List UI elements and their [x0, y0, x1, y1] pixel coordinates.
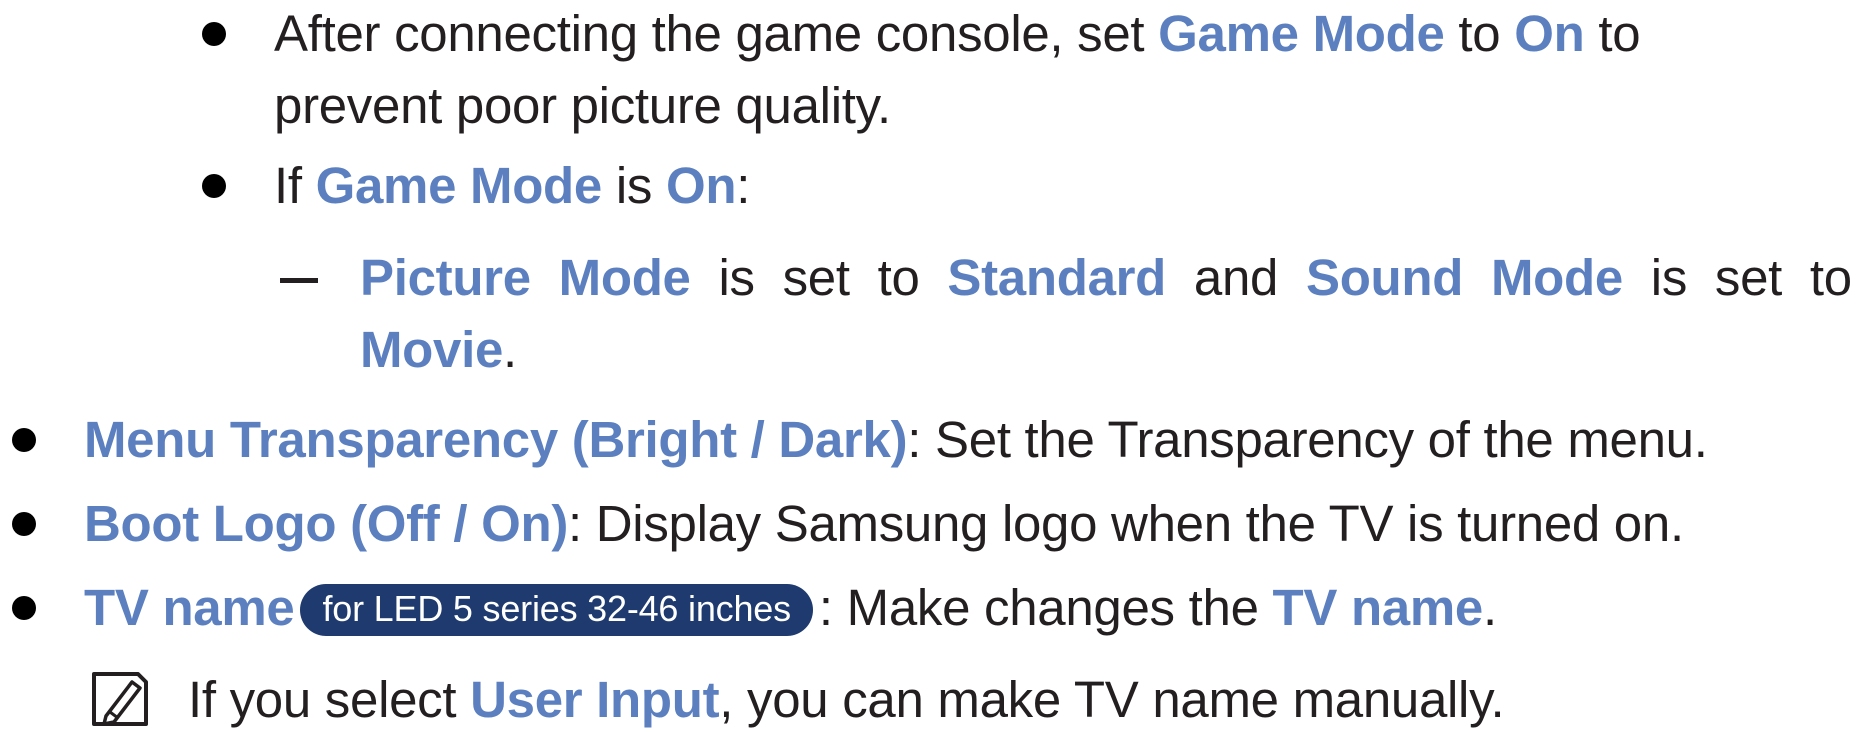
- keyword-movie: Movie: [360, 321, 504, 378]
- bullet-tv-name: [12, 596, 36, 620]
- tv-name-line: TV name for LED 5 series 32-46 inches: Ma…: [84, 578, 1497, 638]
- keyword-game-mode: Game Mode: [1158, 5, 1445, 62]
- keyword-sound-mode: Sound Mode: [1305, 249, 1623, 306]
- keyword-menu-transparency: Menu Transparency (Bright / Dark): [84, 411, 908, 468]
- bullet-game-console: [202, 22, 226, 46]
- text: .: [503, 321, 517, 378]
- keyword-boot-logo: Boot Logo (Off / On): [84, 495, 569, 552]
- text: After connecting the game console, set: [274, 5, 1159, 62]
- model-badge: for LED 5 series 32-46 inches: [300, 584, 813, 636]
- menu-transparency-line: Menu Transparency (Bright / Dark): Set t…: [84, 410, 1708, 470]
- text: is: [601, 157, 666, 214]
- keyword-picture-mode: Picture Mode: [360, 249, 691, 306]
- text: : Display Samsung logo when the TV is tu…: [568, 495, 1684, 552]
- text: : Make changes the: [818, 579, 1273, 636]
- keyword-game-mode: Game Mode: [315, 157, 603, 214]
- keyword-on: On: [665, 157, 737, 214]
- picture-sound-line-1: Picture Mode is set to Standard and Soun…: [360, 248, 1852, 308]
- note-line: If you select User Input, you can make T…: [188, 670, 1505, 730]
- keyword-tv-name: TV name: [1272, 579, 1484, 636]
- text: to: [1584, 5, 1641, 62]
- keyword-on: On: [1514, 5, 1585, 62]
- game-console-line-2: prevent poor picture quality.: [274, 77, 891, 134]
- text: to: [1444, 5, 1515, 62]
- text: is set to: [690, 249, 948, 306]
- text: .: [1482, 579, 1497, 636]
- keyword-user-input: User Input: [470, 671, 720, 728]
- text: If you select: [188, 671, 471, 728]
- text: is set to: [1622, 249, 1852, 306]
- boot-logo-line: Boot Logo (Off / On): Display Samsung lo…: [84, 494, 1684, 554]
- note-pencil-icon: [92, 672, 148, 726]
- bullet-boot-logo: [12, 512, 36, 536]
- game-console-line-1: After connecting the game console, set G…: [274, 4, 1641, 64]
- text: If: [274, 157, 316, 214]
- game-mode-on-line: If Game Mode is On:: [274, 156, 750, 216]
- picture-sound-line-2: Movie.: [360, 320, 517, 380]
- bullet-menu-transparency: [12, 428, 36, 452]
- dash-picture-sound: [280, 278, 318, 283]
- text: : Set the Transparency of the menu.: [907, 411, 1708, 468]
- keyword-standard: Standard: [947, 249, 1167, 306]
- text: , you can make TV name manually.: [719, 671, 1505, 728]
- bullet-game-mode-on: [202, 174, 226, 198]
- keyword-tv-name: TV name: [84, 579, 295, 636]
- text: and: [1166, 249, 1306, 306]
- text: :: [736, 157, 751, 214]
